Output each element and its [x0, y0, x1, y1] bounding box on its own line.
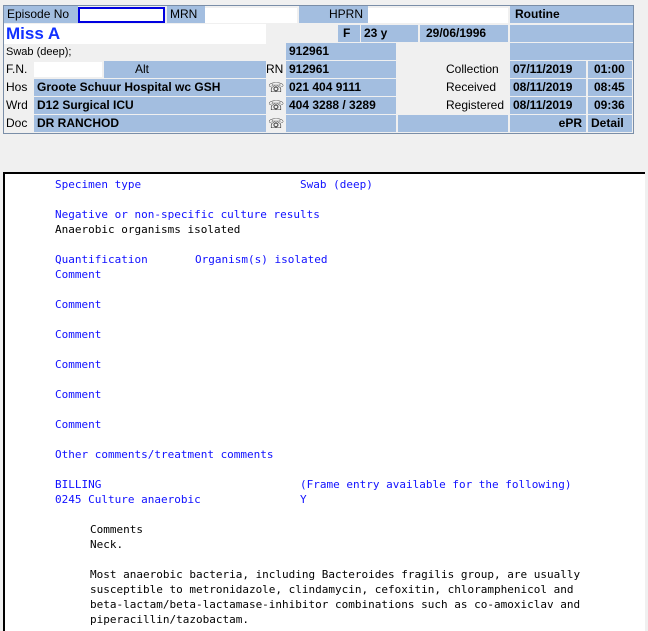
patient-header-panel: Episode No MRN HPRN Routine Miss A F 23 … — [0, 0, 648, 170]
phone-icon: ☏ — [268, 116, 285, 131]
collection-label: Collection — [446, 62, 499, 76]
header-spacer — [299, 6, 326, 23]
header-cell — [510, 25, 633, 42]
billing-code: 0245 Culture anaerobic — [55, 493, 201, 506]
registered-time: 09:36 — [588, 97, 632, 114]
patient-age: 23 y — [361, 25, 418, 42]
patient-name: Miss A — [4, 24, 266, 44]
patient-dob: 29/06/1996 — [420, 25, 508, 42]
fn-input[interactable] — [34, 62, 102, 77]
received-time: 08:45 — [588, 79, 632, 96]
specimen-type-label: Specimen type — [55, 178, 142, 191]
scrollbar-strip[interactable] — [640, 30, 648, 130]
other-comments-label: Other comments/treatment comments — [55, 448, 274, 461]
susceptibility-line: Most anaerobic bacteria, including Bacte… — [90, 568, 581, 581]
hospital-name: Groote Schuur Hospital wc GSH — [34, 79, 266, 96]
priority-badge: Routine — [510, 6, 633, 23]
comment-label: Comment — [55, 268, 102, 281]
quantification-label: Quantification — [55, 253, 148, 266]
received-date: 08/11/2019 — [510, 79, 586, 96]
header-cell — [104, 61, 132, 78]
comment-label: Comment — [55, 328, 102, 341]
detail-button[interactable]: Detail — [588, 115, 632, 132]
frame-entry-note: (Frame entry available for the following… — [300, 478, 572, 491]
epr-button[interactable]: ePR — [510, 115, 586, 132]
susceptibility-line: susceptible to metronidazole, clindamyci… — [90, 583, 574, 596]
rn-value: 912961 — [286, 61, 396, 78]
negative-heading: Negative or non-specific culture results — [55, 208, 320, 221]
report-pane[interactable]: Specimen type Swab (deep) Negative or no… — [3, 172, 645, 631]
hospital-phone: 021 404 9111 — [286, 79, 396, 96]
hos-label: Hos — [6, 80, 28, 94]
alt-label: Alt — [132, 61, 162, 78]
hprn-input[interactable] — [368, 8, 508, 23]
ward-name: D12 Surgical ICU — [34, 97, 266, 114]
comments-neck: Neck. — [90, 538, 124, 551]
header-cell — [510, 43, 633, 60]
doctor-phone — [286, 115, 396, 132]
susceptibility-line: piperacillin/tazobactam. — [90, 613, 249, 626]
comment-label: Comment — [55, 388, 102, 401]
billing-code-flag[interactable]: Y — [300, 493, 307, 507]
billing-label: BILLING — [55, 478, 102, 491]
negative-result: Anaerobic organisms isolated — [55, 223, 241, 236]
organisms-label: Organism(s) isolated — [195, 253, 328, 266]
registered-label: Registered — [446, 98, 505, 112]
phone-icon: ☏ — [268, 80, 285, 95]
collection-time: 01:00 — [588, 61, 632, 78]
received-label: Received — [446, 80, 497, 94]
hprn-label: HPRN — [326, 6, 368, 23]
collection-date: 07/11/2019 — [510, 61, 586, 78]
specimen-short: Swab (deep); — [6, 46, 72, 58]
header-cell — [398, 115, 508, 132]
registered-date: 08/11/2019 — [510, 97, 586, 114]
episode-input[interactable] — [78, 7, 165, 23]
patient-sex: F — [338, 25, 360, 42]
alt-value — [162, 61, 266, 78]
episode-label: Episode No — [4, 6, 78, 23]
comment-label: Comment — [55, 298, 102, 311]
susceptibility-line: beta-lactam/beta-lactamase-inhibitor com… — [90, 598, 581, 611]
rn-label: RN — [266, 62, 284, 76]
comments-heading: Comments — [90, 523, 143, 536]
mrn-input[interactable] — [205, 8, 297, 23]
fn-label: F.N. — [6, 62, 28, 76]
doc-label: Doc — [6, 116, 28, 130]
doctor-name: DR RANCHOD — [34, 115, 266, 132]
lab-number: 912961 — [286, 43, 396, 60]
mrn-label: MRN — [167, 6, 205, 23]
phone-icon: ☏ — [268, 98, 285, 113]
comment-label: Comment — [55, 358, 102, 371]
wrd-label: Wrd — [6, 98, 28, 112]
ward-phone: 404 3288 / 3289 — [286, 97, 396, 114]
specimen-type-value: Swab (deep) — [300, 178, 373, 191]
comment-label: Comment — [55, 418, 102, 431]
